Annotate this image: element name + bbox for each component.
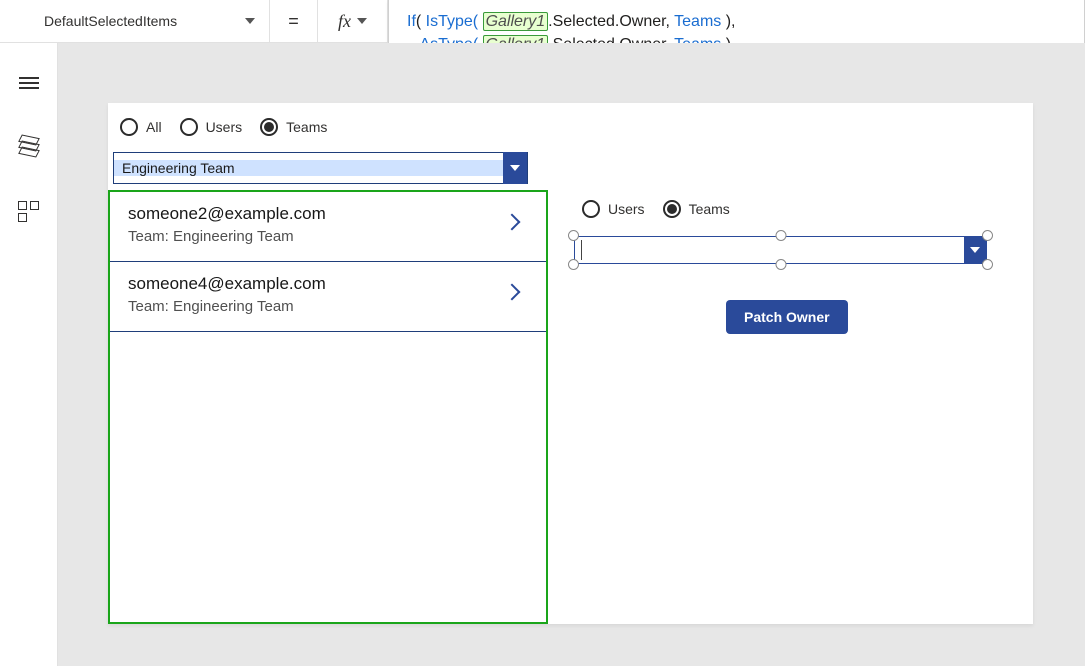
resize-handle[interactable]: [568, 259, 579, 270]
gallery-item[interactable]: someone2@example.com Team: Engineering T…: [110, 192, 546, 262]
chevron-down-icon: [357, 18, 367, 24]
resize-handle[interactable]: [775, 259, 786, 270]
chevron-down-icon: [970, 247, 980, 253]
text-caret: [581, 240, 582, 260]
right-filter-radio-group: Users Teams: [582, 200, 730, 218]
property-selector-value: DefaultSelectedItems: [44, 13, 177, 29]
combobox-dropdown-button[interactable]: [964, 237, 986, 263]
resize-handle[interactable]: [775, 230, 786, 241]
radio-users-right[interactable]: Users: [582, 200, 645, 218]
radio-icon: [663, 200, 681, 218]
combobox-dropdown-button[interactable]: [503, 152, 527, 184]
patch-owner-button[interactable]: Patch Owner: [726, 300, 848, 334]
radio-icon: [120, 118, 138, 136]
components-icon[interactable]: [17, 199, 41, 223]
radio-icon: [582, 200, 600, 218]
left-rail: [0, 43, 58, 666]
chevron-down-icon: [510, 165, 520, 171]
gallery-item[interactable]: someone4@example.com Team: Engineering T…: [110, 262, 546, 332]
radio-icon: [260, 118, 278, 136]
fx-icon: fx: [338, 11, 351, 32]
gallery: someone2@example.com Team: Engineering T…: [108, 190, 548, 624]
radio-icon: [180, 118, 198, 136]
radio-all[interactable]: All: [120, 118, 162, 136]
resize-handle[interactable]: [982, 259, 993, 270]
property-selector[interactable]: DefaultSelectedItems: [0, 0, 270, 42]
chevron-down-icon: [245, 18, 255, 24]
resize-handle[interactable]: [568, 230, 579, 241]
left-filter-radio-group: All Users Teams: [120, 118, 327, 136]
team-combobox[interactable]: Engineering Team: [113, 152, 528, 184]
tree-view-icon[interactable]: [17, 135, 41, 159]
hamburger-icon[interactable]: [17, 71, 41, 95]
owner-combobox-body[interactable]: [575, 237, 964, 263]
radio-teams-right[interactable]: Teams: [663, 200, 730, 218]
resize-handle[interactable]: [982, 230, 993, 241]
gallery-item-title: someone4@example.com: [128, 274, 528, 294]
radio-teams[interactable]: Teams: [260, 118, 327, 136]
gallery-item-subtitle: Team: Engineering Team: [128, 298, 528, 315]
selected-combobox-control[interactable]: [568, 230, 993, 270]
team-combobox-value: Engineering Team: [114, 160, 503, 176]
gallery-item-subtitle: Team: Engineering Team: [128, 228, 528, 245]
fx-button[interactable]: fx: [318, 0, 388, 42]
equals-label: =: [270, 0, 318, 42]
gallery-item-title: someone2@example.com: [128, 204, 528, 224]
radio-users[interactable]: Users: [180, 118, 243, 136]
